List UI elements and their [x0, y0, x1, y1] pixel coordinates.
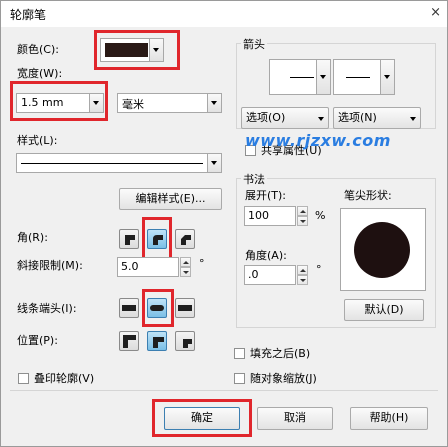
dialog-title: 轮廓笔 [10, 8, 47, 22]
end-arrow-select[interactable] [333, 59, 395, 95]
position-center-button[interactable] [147, 331, 167, 351]
unit-select[interactable]: 毫米 [117, 93, 222, 113]
footer-divider [10, 390, 438, 391]
square-cap-icon [178, 305, 192, 311]
stretch-input[interactable]: 100 [244, 206, 296, 226]
unit-value: 毫米 [122, 98, 144, 111]
calligraphy-group-label: 书法 [241, 171, 267, 187]
bevel-corner-icon [181, 235, 191, 245]
chevron-down-icon [410, 117, 416, 121]
overprint-outline-label: 叠印轮廓(V) [34, 372, 95, 385]
scale-with-image-label: 随对象缩放(J) [250, 372, 317, 385]
chevron-down-icon [207, 94, 221, 112]
options-label: 选项(N) [338, 111, 377, 124]
angle-label: 角度(A): [245, 249, 287, 262]
outline-pen-dialog: 轮廓笔 × 颜色(C): 宽度(W): 1.5 mm 毫米 样式(L): 编辑样… [0, 0, 448, 447]
highlight-box [152, 399, 252, 437]
arrow-line-preview [290, 77, 314, 78]
color-label: 颜色(C): [17, 43, 59, 56]
start-arrow-options-button[interactable]: 选项(O) [241, 107, 329, 129]
cap-butt-button[interactable] [119, 298, 139, 318]
stretch-spinner[interactable] [297, 206, 308, 226]
chevron-down-icon [316, 60, 330, 94]
style-select[interactable] [16, 153, 222, 173]
line-style-preview [21, 163, 203, 164]
miter-limit-input[interactable]: 5.0 [117, 257, 179, 277]
nib-shape-icon [354, 222, 410, 278]
highlight-box [142, 217, 172, 261]
close-icon[interactable]: × [430, 5, 441, 20]
corner-label: 角(R): [17, 231, 48, 244]
highlight-box [10, 81, 108, 121]
overprint-outline-checkbox[interactable] [18, 373, 29, 384]
position-outside-button[interactable] [119, 331, 139, 351]
line-cap-label: 线条端头(I): [17, 302, 77, 315]
miter-limit-label: 斜接限制(M): [17, 259, 83, 272]
butt-cap-icon [122, 305, 136, 311]
default-button[interactable]: 默认(D) [344, 299, 424, 321]
corner-miter-button[interactable] [119, 229, 139, 249]
options-label: 选项(O) [246, 111, 286, 124]
edit-style-button[interactable]: 编辑样式(E)... [119, 188, 222, 210]
watermark: www.rjzxw.com [245, 131, 391, 150]
end-arrow-options-button[interactable]: 选项(N) [333, 107, 421, 129]
highlight-box [94, 30, 180, 70]
start-arrow-select[interactable] [269, 59, 331, 95]
style-label: 样式(L): [17, 134, 58, 147]
degree-unit: ° [199, 257, 205, 270]
miter-corner-icon [125, 235, 135, 245]
nib-shape-label: 笔尖形状: [344, 189, 392, 202]
title-bar: 轮廓笔 × [1, 1, 447, 27]
arrows-group-label: 箭头 [241, 36, 267, 52]
highlight-box [142, 289, 174, 327]
cancel-button[interactable]: 取消 [257, 407, 333, 430]
cap-square-button[interactable] [175, 298, 195, 318]
angle-input[interactable]: .0 [244, 265, 296, 285]
corner-bevel-button[interactable] [175, 229, 195, 249]
stretch-label: 展开(T): [245, 189, 287, 202]
angle-spinner[interactable] [297, 265, 308, 285]
inside-position-icon [183, 339, 192, 348]
outside-position-icon [123, 335, 136, 348]
degree-unit: ° [316, 263, 322, 276]
nib-shape-preview[interactable] [340, 208, 426, 291]
chevron-down-icon [318, 117, 324, 121]
arrow-line-preview [346, 77, 370, 78]
position-inside-button[interactable] [175, 331, 195, 351]
behind-fill-checkbox[interactable] [234, 348, 245, 359]
width-label: 宽度(W): [17, 67, 63, 80]
help-button[interactable]: 帮助(H) [350, 407, 428, 430]
behind-fill-label: 填充之后(B) [250, 347, 311, 360]
miter-limit-spinner[interactable] [180, 257, 191, 277]
center-position-icon [153, 337, 164, 348]
percent-unit: % [315, 209, 326, 222]
chevron-down-icon [207, 154, 221, 172]
scale-with-image-checkbox[interactable] [234, 373, 245, 384]
position-label: 位置(P): [17, 334, 58, 347]
chevron-down-icon [380, 60, 394, 94]
